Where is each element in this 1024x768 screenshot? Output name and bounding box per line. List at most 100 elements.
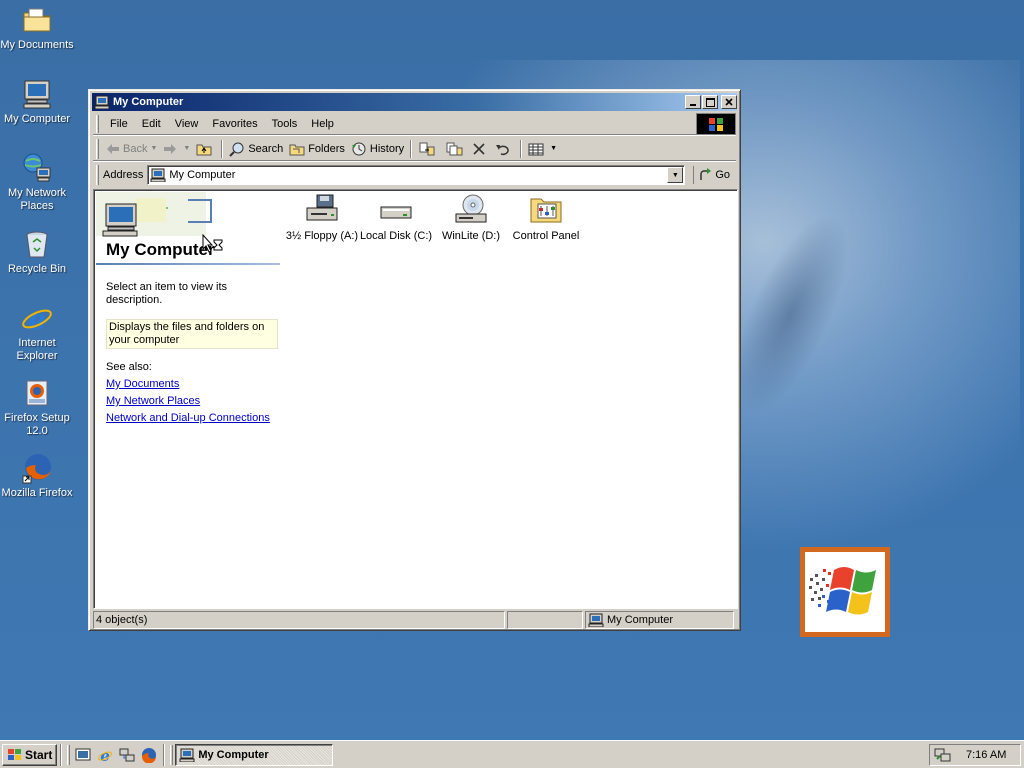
task-button-my-computer[interactable]: My Computer — [175, 743, 334, 766]
internet-explorer-icon: e — [98, 747, 113, 763]
views-icon — [528, 143, 544, 155]
copy-to-icon — [446, 142, 463, 155]
menu-favorites[interactable]: Favorites — [205, 116, 264, 132]
show-desktop-icon — [75, 748, 91, 760]
move-to-button[interactable] — [415, 139, 442, 159]
windows-logo-icon — [709, 118, 723, 131]
chevron-down-icon[interactable]: ▼ — [550, 145, 557, 152]
menu-grip[interactable] — [96, 114, 99, 133]
menu-view[interactable]: View — [168, 116, 206, 132]
undo-icon — [496, 144, 509, 155]
status-zone: My Computer — [585, 611, 734, 629]
window-title: My Computer — [113, 96, 184, 108]
quicklaunch-network[interactable] — [116, 744, 138, 766]
taskbar-separator — [60, 743, 63, 766]
network-tray-icon[interactable] — [934, 747, 952, 763]
menu-edit[interactable]: Edit — [135, 116, 168, 132]
quicklaunch-internet-explorer[interactable]: e — [94, 744, 116, 766]
maximize-button[interactable] — [702, 95, 718, 109]
desktop-icon-internet-explorer[interactable]: e Internet Explorer — [0, 302, 74, 363]
task-label: My Computer — [198, 748, 269, 761]
menu-file[interactable]: File — [103, 116, 135, 132]
forward-button[interactable]: ▼ — [160, 141, 193, 157]
desktop-icon-my-network-places[interactable]: My Network Places — [0, 152, 74, 213]
toolbar-grip[interactable] — [96, 138, 99, 159]
page-title: My Computer — [106, 240, 215, 259]
network-connections-icon — [119, 748, 135, 761]
banner-computer-icon — [96, 192, 212, 237]
drive-label: 3½ Floppy (A:) — [285, 230, 359, 242]
close-button[interactable] — [721, 95, 737, 109]
address-input[interactable]: My Computer ▼ — [147, 165, 686, 185]
delete-button[interactable] — [469, 140, 492, 158]
go-button[interactable]: Go — [693, 166, 734, 184]
link-my-documents[interactable]: My Documents — [106, 378, 179, 390]
system-tray: 7:16 AM — [929, 744, 1021, 766]
menu-tools[interactable]: Tools — [265, 116, 305, 132]
chevron-down-icon[interactable]: ▼ — [150, 145, 157, 152]
see-also-heading: See also: — [106, 361, 152, 373]
status-bar: 4 object(s) My Computer — [93, 611, 736, 629]
windows-logo-icon — [8, 748, 21, 760]
chevron-down-icon[interactable]: ▼ — [183, 145, 190, 152]
back-button[interactable]: Back ▼ — [103, 141, 160, 157]
folder-documents-icon — [23, 8, 51, 32]
drive-item-cd[interactable]: WinLite (D:) — [433, 194, 509, 242]
views-button[interactable]: ▼ — [525, 140, 560, 158]
drive-label: WinLite (D:) — [441, 230, 501, 242]
desktop-icon-label: Firefox Setup 12.0 — [4, 412, 70, 437]
undo-button[interactable] — [492, 140, 517, 158]
go-arrow-icon — [700, 168, 712, 180]
quicklaunch-firefox[interactable] — [138, 744, 160, 766]
link-network-dialup[interactable]: Network and Dial-up Connections — [106, 412, 270, 424]
chevron-down-icon: ▼ — [671, 171, 679, 179]
control-panel-icon — [530, 198, 562, 223]
svg-text:e: e — [28, 303, 46, 334]
windows-throbber — [696, 113, 736, 135]
clock[interactable]: 7:16 AM — [966, 749, 1006, 761]
go-label: Go — [715, 169, 731, 181]
quicklaunch-show-desktop[interactable] — [72, 744, 94, 766]
drive-item-local-disk[interactable]: Local Disk (C:) — [358, 194, 434, 242]
desktop-icon-label: Internet Explorer — [16, 337, 58, 362]
toolbar-separator — [221, 139, 224, 158]
quicklaunch-grip[interactable] — [67, 744, 71, 765]
address-dropdown-button[interactable]: ▼ — [667, 167, 684, 183]
title-bar[interactable]: My Computer — [92, 93, 737, 111]
menu-bar: File Edit View Favorites Tools Help — [93, 113, 736, 135]
desktop-icon-mozilla-firefox[interactable]: Mozilla Firefox — [0, 452, 74, 500]
info-tip: Displays the files and folders on your c… — [106, 319, 278, 349]
search-button[interactable]: Search — [226, 139, 286, 159]
folder-view[interactable]: My Computer Select an item to view its d… — [93, 189, 738, 609]
up-button[interactable] — [193, 140, 218, 158]
start-button[interactable]: Start — [2, 743, 58, 766]
folders-icon — [289, 144, 305, 155]
desktop-icon-firefox-setup[interactable]: Firefox Setup 12.0 — [0, 377, 74, 438]
taskbar: Start e My Computer 7:16 AM — [0, 740, 1024, 768]
floppy-drive-icon — [306, 194, 338, 221]
history-button[interactable]: History — [348, 139, 407, 159]
move-to-icon — [419, 142, 435, 155]
copy-to-button[interactable] — [442, 139, 469, 159]
address-grip[interactable] — [96, 165, 99, 185]
folders-button[interactable]: Folders — [286, 140, 348, 158]
close-icon — [725, 98, 733, 106]
svg-text:e: e — [101, 747, 111, 763]
minimize-button[interactable] — [685, 95, 701, 109]
tasks-grip[interactable] — [170, 744, 174, 765]
desktop-icon-recycle-bin[interactable]: Recycle Bin — [0, 228, 74, 276]
minimize-icon — [690, 104, 696, 106]
desktop-icon-my-computer[interactable]: My Computer — [0, 78, 74, 126]
drive-item-floppy[interactable]: 3½ Floppy (A:) — [284, 194, 360, 242]
webview-pane: My Computer Select an item to view its d… — [96, 192, 280, 452]
menu-help[interactable]: Help — [304, 116, 341, 132]
windows-logo-tile — [800, 547, 890, 637]
desktop-icon-my-documents[interactable]: My Documents — [0, 4, 74, 52]
desktop-icon-label: My Computer — [3, 113, 71, 125]
drive-item-control-panel[interactable]: Control Panel — [508, 194, 584, 242]
address-label: Address — [103, 169, 144, 181]
drive-label: Local Disk (C:) — [359, 230, 433, 242]
computer-icon — [588, 613, 604, 627]
explorer-window: My Computer File Edit View Favorites Too… — [88, 89, 741, 631]
link-my-network-places[interactable]: My Network Places — [106, 395, 200, 407]
